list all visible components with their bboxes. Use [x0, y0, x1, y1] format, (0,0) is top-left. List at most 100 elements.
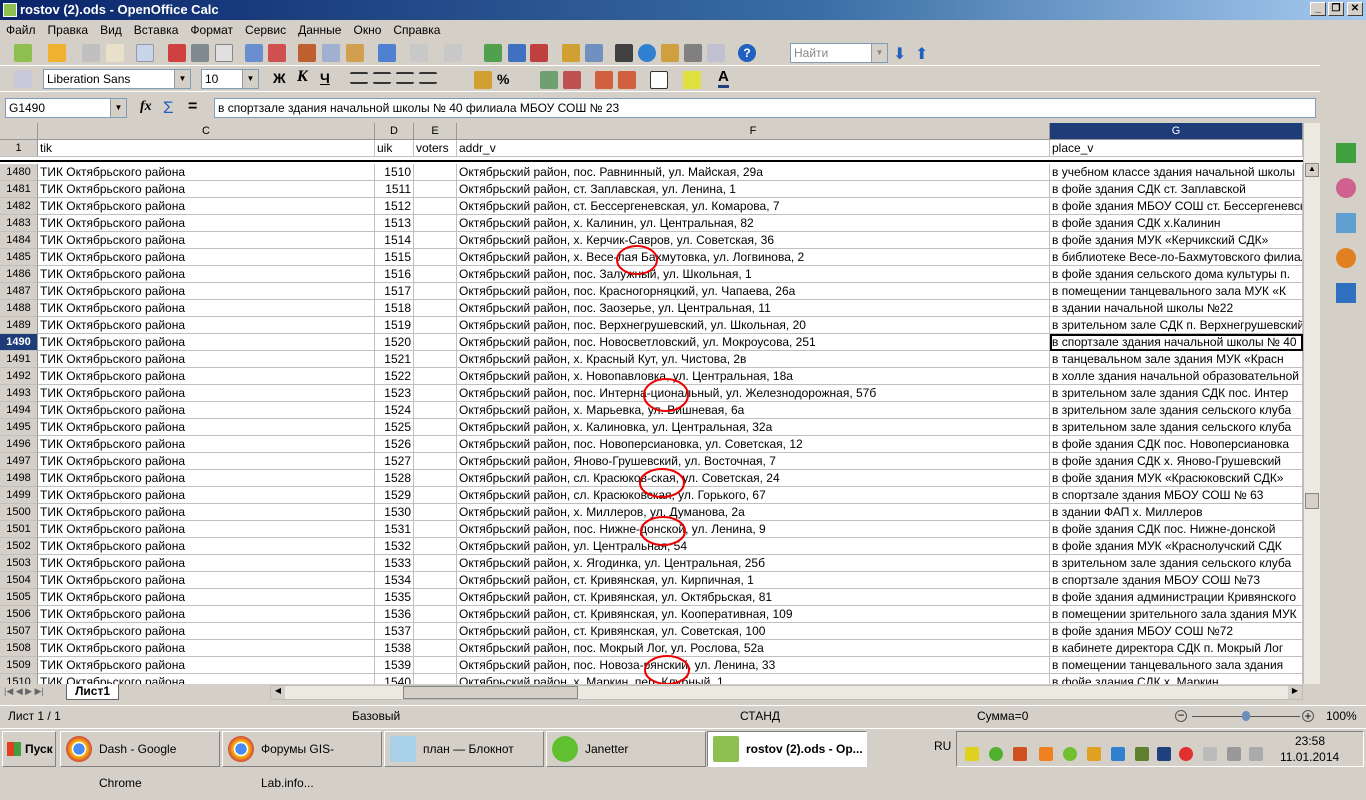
- tray-janetter-icon[interactable]: [989, 747, 1003, 761]
- menu-data[interactable]: Данные: [298, 23, 341, 37]
- menu-view[interactable]: Вид: [100, 23, 122, 37]
- menu-insert[interactable]: Вставка: [134, 23, 179, 37]
- sheet-tab-1[interactable]: Лист1: [66, 684, 120, 700]
- horizontal-scrollbar[interactable]: ◀ ▶: [270, 685, 1303, 700]
- background-color-icon[interactable]: [683, 71, 701, 89]
- help-icon[interactable]: ?: [738, 44, 756, 62]
- scroll-thumb[interactable]: [1305, 493, 1319, 509]
- tray-calc-icon[interactable]: [1111, 747, 1125, 761]
- language-indicator[interactable]: RU: [934, 739, 951, 753]
- tray-book-icon[interactable]: [1039, 747, 1053, 761]
- redo-icon[interactable]: [444, 44, 462, 62]
- new-icon[interactable]: [14, 44, 32, 62]
- restore-button[interactable]: ❐: [1328, 2, 1344, 16]
- increase-indent-icon[interactable]: [618, 71, 636, 89]
- properties-icon[interactable]: [1336, 143, 1356, 163]
- navigator-panel-icon[interactable]: [1336, 248, 1356, 268]
- styles-icon[interactable]: [14, 70, 32, 88]
- functions-panel-icon[interactable]: [1336, 283, 1356, 303]
- tray-nvidia-icon[interactable]: [1135, 747, 1149, 761]
- tray-winamp-icon[interactable]: [1087, 747, 1101, 761]
- save-icon[interactable]: [82, 44, 100, 62]
- gallery-panel-icon[interactable]: [1336, 213, 1356, 233]
- open-icon[interactable]: [48, 44, 66, 62]
- clock-time[interactable]: 23:58: [1295, 734, 1325, 748]
- copy-icon[interactable]: [322, 44, 340, 62]
- spreadsheet-grid[interactable]: C D E F G 1 tik uik voters addr_v place_…: [0, 123, 1303, 684]
- name-box[interactable]: G1490 ▼: [5, 98, 127, 118]
- find-replace-icon[interactable]: [615, 44, 633, 62]
- chevron-down-icon[interactable]: ▼: [174, 70, 190, 88]
- bold-button[interactable]: Ж: [273, 70, 286, 86]
- underline-button[interactable]: Ч: [320, 70, 330, 86]
- scroll-right-button[interactable]: ▶: [1288, 686, 1302, 699]
- tray-bluetooth-icon[interactable]: [1157, 747, 1171, 761]
- function-wizard-icon[interactable]: fx: [140, 99, 152, 115]
- cut-icon[interactable]: [298, 44, 316, 62]
- hyperlink-icon[interactable]: [484, 44, 502, 62]
- minimize-button[interactable]: _: [1310, 2, 1326, 16]
- task-chrome-dash[interactable]: Dash - Google Chrome: [60, 731, 220, 790]
- clock-date[interactable]: 11.01.2014: [1280, 750, 1339, 764]
- chevron-down-icon[interactable]: ▼: [242, 70, 258, 88]
- menu-help[interactable]: Справка: [393, 23, 440, 37]
- format-paintbrush-icon[interactable]: [378, 44, 396, 62]
- borders-icon[interactable]: [650, 71, 668, 89]
- task-janetter[interactable]: Janetter: [546, 731, 706, 767]
- delete-decimal-icon[interactable]: [563, 71, 581, 89]
- start-button[interactable]: Пуск: [2, 731, 56, 767]
- menu-tools[interactable]: Сервис: [245, 23, 286, 37]
- align-left-icon[interactable]: [350, 72, 368, 84]
- menu-window[interactable]: Окно: [353, 23, 381, 37]
- tray-check-icon[interactable]: [1063, 747, 1077, 761]
- autospellcheck-icon[interactable]: [268, 44, 286, 62]
- align-right-icon[interactable]: [396, 72, 414, 84]
- sum-icon[interactable]: Σ: [163, 98, 174, 118]
- zoom-out-button[interactable]: −: [1175, 709, 1187, 722]
- export-pdf-icon[interactable]: [168, 44, 186, 62]
- justify-icon[interactable]: [419, 72, 437, 84]
- scroll-up-button[interactable]: ▲: [1305, 163, 1319, 177]
- tray-signal-icon[interactable]: [1227, 747, 1241, 761]
- find-previous-icon[interactable]: ⬆: [915, 44, 933, 63]
- align-center-icon[interactable]: [373, 72, 391, 84]
- decrease-indent-icon[interactable]: [595, 71, 613, 89]
- print-preview-icon[interactable]: [215, 44, 233, 62]
- zoom-in-button[interactable]: +: [1302, 710, 1314, 722]
- chart-icon[interactable]: [562, 44, 580, 62]
- function-icon[interactable]: =: [188, 98, 197, 116]
- task-notepad[interactable]: план — Блокнот: [384, 731, 544, 767]
- datasources-icon[interactable]: [684, 44, 702, 62]
- vertical-scrollbar[interactable]: ▲: [1303, 123, 1320, 684]
- chevron-down-icon[interactable]: ▼: [871, 44, 887, 62]
- find-next-icon[interactable]: ⬇: [893, 44, 911, 63]
- zoom-slider-thumb[interactable]: [1242, 711, 1250, 721]
- italic-button[interactable]: К: [297, 68, 308, 86]
- tray-flag-icon[interactable]: [1179, 747, 1193, 761]
- zoom-icon[interactable]: [707, 44, 725, 62]
- menu-format[interactable]: Формат: [190, 23, 233, 37]
- scroll-left-button[interactable]: ◀: [271, 686, 285, 699]
- paste-icon[interactable]: [346, 44, 364, 62]
- tray-app-icon[interactable]: [965, 747, 979, 761]
- spellcheck-icon[interactable]: [245, 44, 263, 62]
- menu-file[interactable]: Файл: [6, 23, 36, 37]
- gallery-icon[interactable]: [661, 44, 679, 62]
- email-icon[interactable]: [106, 44, 124, 62]
- task-chrome-forum[interactable]: Форумы GIS-Lab.info...: [222, 731, 382, 790]
- draw-icon[interactable]: [585, 44, 603, 62]
- edit-mode-icon[interactable]: [136, 44, 154, 62]
- print-icon[interactable]: [191, 44, 209, 62]
- close-button[interactable]: ✕: [1347, 2, 1363, 16]
- menu-edit[interactable]: Правка: [48, 23, 89, 37]
- styles-panel-icon[interactable]: [1336, 178, 1356, 198]
- task-openoffice-calc[interactable]: rostov (2).ods - Op...: [707, 731, 867, 767]
- percent-icon[interactable]: %: [497, 71, 509, 87]
- tray-volume-icon[interactable]: [1249, 747, 1263, 761]
- font-color-icon[interactable]: A: [718, 68, 729, 88]
- hscroll-thumb[interactable]: [403, 686, 578, 699]
- sort-ascending-icon[interactable]: [508, 44, 526, 62]
- currency-icon[interactable]: [474, 71, 492, 89]
- font-name-select[interactable]: Liberation Sans ▼: [43, 69, 191, 89]
- sort-descending-icon[interactable]: [530, 44, 548, 62]
